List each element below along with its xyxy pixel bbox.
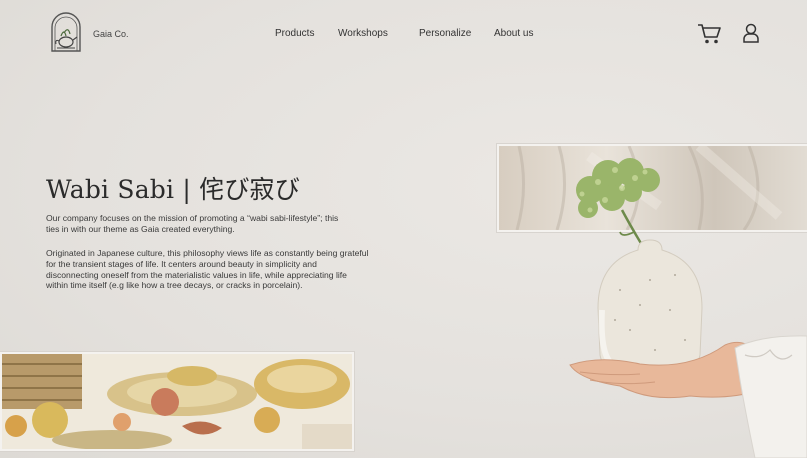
hands-holding-vase-photo — [569, 158, 807, 458]
food-illustration — [2, 354, 352, 449]
page-title: Wabi Sabi | 侘び寂び — [46, 175, 300, 204]
intro-paragraph: Our company focuses on the mission of pr… — [46, 213, 339, 234]
peaches-and-plates-photo — [0, 352, 354, 451]
teapot-logo-icon[interactable] — [49, 12, 83, 52]
nav-workshops[interactable]: Workshops — [338, 28, 388, 39]
cart-icon[interactable] — [697, 23, 721, 45]
brand-name[interactable]: Gaia Co. — [93, 29, 129, 39]
user-icon[interactable] — [742, 23, 760, 43]
nav-products[interactable]: Products — [275, 28, 314, 39]
nav-about-us[interactable]: About us — [494, 28, 533, 39]
philosophy-paragraph: Originated in Japanese culture, this phi… — [46, 248, 369, 291]
nav-personalize[interactable]: Personalize — [419, 28, 471, 39]
